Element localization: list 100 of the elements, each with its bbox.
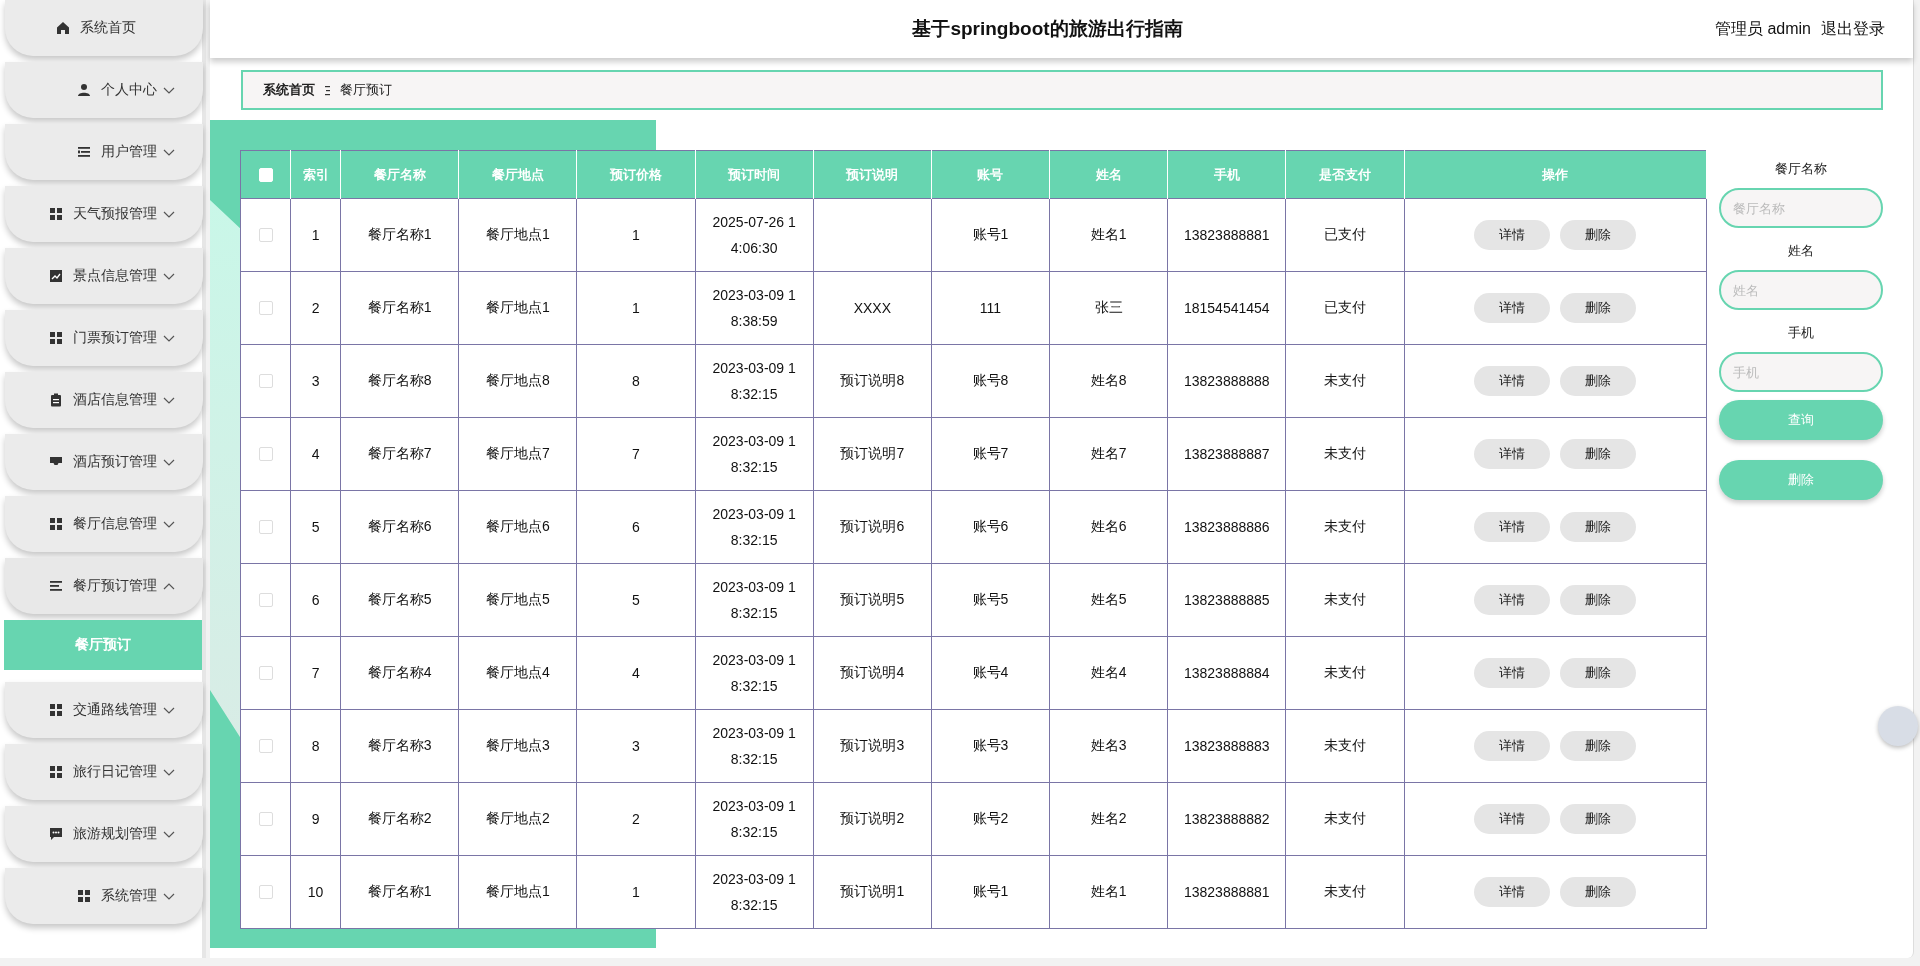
checkbox[interactable] <box>258 228 273 242</box>
sidebar-item[interactable]: 用户管理 <box>5 124 203 180</box>
user-label: 管理员 admin <box>1715 18 1811 39</box>
table-cell: 账号5 <box>972 591 1009 607</box>
table-cell: 餐厅地点3 <box>485 737 550 753</box>
sidebar-item[interactable]: 系统管理 <box>5 868 203 924</box>
delete-button[interactable]: 删除 <box>1560 512 1637 542</box>
table-cell: 餐厅名称2 <box>367 810 432 826</box>
checkbox[interactable] <box>258 812 273 826</box>
delete-button[interactable]: 删除 <box>1560 220 1637 250</box>
table-cell: 13823888881 <box>1183 884 1270 900</box>
checkbox[interactable] <box>258 374 273 388</box>
sidebar-item[interactable]: 景点信息管理 <box>5 248 203 304</box>
sidebar-item[interactable]: 系统首页 <box>5 0 203 56</box>
sidebar-item[interactable]: 门票预订管理 <box>5 310 203 366</box>
input-field[interactable]: 手机 <box>1719 352 1883 392</box>
table-cell: 2023-03-09 18:32:15 <box>712 506 796 548</box>
delete-button[interactable]: 删除 <box>1560 293 1637 323</box>
sidebar-item[interactable]: 天气预报管理 <box>5 186 203 242</box>
column-header: 索引 <box>302 166 329 182</box>
table-cell: 姓名4 <box>1090 664 1127 680</box>
grid-icon <box>49 331 63 345</box>
details-button[interactable]: 详情 <box>1474 804 1551 834</box>
details-button[interactable]: 详情 <box>1474 366 1551 396</box>
table-cell: 餐厅名称6 <box>367 518 432 534</box>
delete-button[interactable]: 删除 <box>1560 366 1637 396</box>
input-field[interactable]: 餐厅名称 <box>1719 188 1883 228</box>
checkbox[interactable] <box>258 301 273 315</box>
table-cell: 餐厅名称7 <box>367 445 432 461</box>
breadcrumb-link[interactable]: 餐厅预订 <box>340 81 392 99</box>
details-button[interactable]: 详情 <box>1474 439 1551 469</box>
column-header: 账号 <box>977 166 1004 182</box>
table-cell: 预订说明6 <box>840 518 905 534</box>
table-cell: 2 <box>632 811 640 827</box>
sidebar-item[interactable]: 酒店信息管理 <box>5 372 203 428</box>
sidebar-item[interactable]: 旅行日记管理 <box>5 744 203 800</box>
table-cell: 餐厅名称5 <box>367 591 432 607</box>
details-button[interactable]: 详情 <box>1474 293 1551 323</box>
table-cell: 预订说明2 <box>840 810 905 826</box>
checkbox[interactable] <box>258 447 273 461</box>
grid-icon <box>77 889 91 903</box>
table-cell: 张三 <box>1094 299 1123 315</box>
chevron-down-icon <box>163 519 175 529</box>
table-cell: 7 <box>311 665 320 681</box>
delete-button[interactable]: 删除 <box>1560 877 1637 907</box>
delete-button[interactable]: 删除 <box>1560 658 1637 688</box>
column-header: 预订时间 <box>728 166 781 182</box>
details-button[interactable]: 详情 <box>1474 877 1551 907</box>
details-button[interactable]: 详情 <box>1474 585 1551 615</box>
table-cell: 预订说明4 <box>840 664 905 680</box>
column-header: 预订价格 <box>610 166 662 182</box>
table-cell: 2023-03-09 18:32:15 <box>712 652 796 694</box>
table-cell: 餐厅地点1 <box>485 299 550 315</box>
sidebar-item[interactable]: 餐厅预订管理 <box>5 558 203 614</box>
checkbox[interactable] <box>258 666 273 680</box>
field-label: 姓名 <box>1787 242 1815 260</box>
checkbox[interactable] <box>258 739 273 753</box>
grid-icon <box>49 703 63 717</box>
table-cell: 账号2 <box>972 810 1009 826</box>
details-button[interactable]: 详情 <box>1474 731 1551 761</box>
table-cell: 已支付 <box>1323 299 1366 315</box>
breadcrumb-link[interactable]: 系统首页 <box>263 81 315 99</box>
table-cell: 9 <box>311 811 320 827</box>
table-cell: 餐厅名称8 <box>367 372 432 388</box>
clipboard-icon <box>49 393 63 407</box>
table-cell: 餐厅名称3 <box>367 737 432 753</box>
table-cell: 餐厅地点2 <box>485 810 550 826</box>
table-cell: 未支付 <box>1323 883 1366 899</box>
sidebar-item[interactable]: 交通路线管理 <box>5 682 203 738</box>
details-button[interactable]: 详情 <box>1474 658 1551 688</box>
delete-button[interactable]: 删除 <box>1560 804 1637 834</box>
column-header: 手机 <box>1213 166 1240 182</box>
checkbox[interactable] <box>258 593 273 607</box>
grid-icon <box>49 207 63 221</box>
table-cell: 13823888883 <box>1183 738 1270 754</box>
checkbox[interactable] <box>258 885 273 899</box>
chevron-down-icon <box>163 767 175 777</box>
sidebar-item[interactable]: 餐厅信息管理 <box>5 496 203 552</box>
sidebar-item[interactable]: 酒店预订管理 <box>5 434 203 490</box>
details-button[interactable]: 详情 <box>1474 512 1551 542</box>
home-icon <box>56 21 70 35</box>
table-cell: 账号1 <box>972 226 1009 242</box>
column-header: 是否支付 <box>1318 166 1371 182</box>
table-cell: 姓名5 <box>1090 591 1127 607</box>
sidebar-item[interactable]: 旅游规划管理 <box>5 806 203 862</box>
details-button[interactable]: 详情 <box>1474 220 1551 250</box>
column-header: 餐厅地点 <box>491 166 544 182</box>
column-header: 姓名 <box>1095 166 1122 182</box>
delete-button[interactable]: 删除 <box>1560 439 1637 469</box>
table-cell: 6 <box>311 592 320 608</box>
logout-link[interactable]: 退出登录 <box>1821 18 1885 40</box>
table-cell: 5 <box>632 592 640 608</box>
chevron-down-icon <box>163 829 175 839</box>
checkbox[interactable] <box>258 520 273 534</box>
delete-button[interactable]: 删除 <box>1560 585 1637 615</box>
sidebar-item[interactable]: 个人中心 <box>5 62 203 118</box>
delete-button[interactable]: 删除 <box>1560 731 1637 761</box>
chevron-up-icon <box>163 581 175 591</box>
table-cell: 13823888887 <box>1183 446 1270 462</box>
table-cell: 账号4 <box>972 664 1009 680</box>
